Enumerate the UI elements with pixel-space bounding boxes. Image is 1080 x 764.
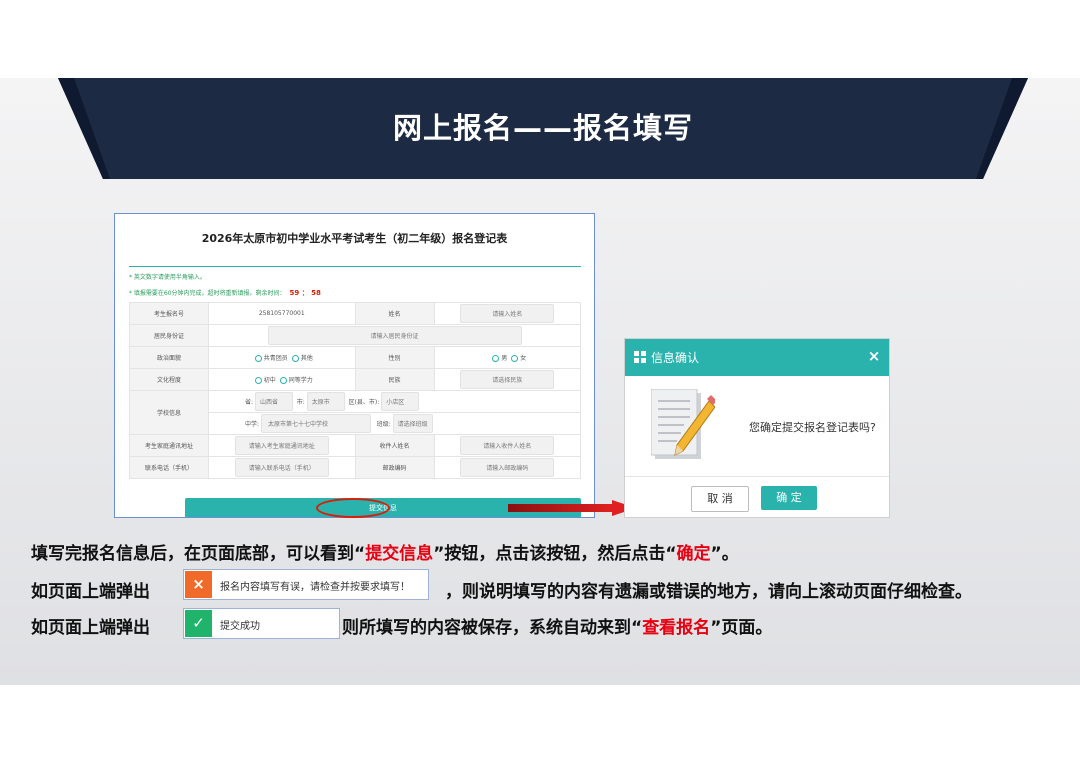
ethnic-label: 民族 (354, 368, 435, 391)
instruction-2b: ，则说明填写的内容有遗漏或错误的地方，请向上滚动页面仔细检查。 (445, 582, 972, 602)
table-row: 联系电话（手机） 请输入联系电话（手机） 邮政编码 请输入邮政编码 (129, 456, 581, 479)
error-toast-text: 报名内容填写有误，请检查并按要求填写！ (220, 582, 410, 593)
table-row: 居民身份证 请输入居民身份证 (129, 324, 581, 347)
middle-school-label: 中学: (245, 421, 260, 428)
exam-no-label: 考生报名号 (129, 302, 209, 325)
edu-option-1: 初中 (263, 377, 276, 384)
success-toast: ✓ 提交成功 (183, 608, 340, 639)
instruction-1e: ”。 (710, 544, 739, 564)
exam-no-value: 258105770001 (208, 302, 356, 325)
name-input[interactable]: 请输入姓名 (460, 304, 555, 323)
dialog-message: 您确定提交报名登记表吗? (749, 421, 876, 434)
dialog-header: 信息确认 × (625, 339, 889, 376)
recipient-label: 收件人姓名 (354, 434, 435, 457)
address-input[interactable]: 请输入考生家庭通讯地址 (234, 436, 329, 455)
instruction-line-2-tail: ，则说明填写的内容有遗漏或错误的地方，请向上滚动页面仔细检查。 (445, 577, 972, 602)
phone-label: 联系电话（手机） (129, 456, 209, 479)
gender-label: 性别 (354, 346, 435, 369)
table-row: 文化程度 初中 同等学力 民族 请选择民族 (129, 368, 581, 391)
confirm-button[interactable]: 确 定 (761, 486, 817, 510)
instruction-1-highlight-confirm: 确定 (676, 544, 711, 564)
district-select[interactable]: 小店区 (381, 392, 420, 411)
title-banner: 网上报名——报名填写 (58, 78, 1028, 179)
registration-table: 考生报名号 258105770001 姓名 请输入姓名 居民身份证 请输入居民身… (129, 302, 581, 479)
ethnic-select[interactable]: 请选择民族 (460, 370, 555, 389)
province-select[interactable]: 山西省 (254, 392, 293, 411)
table-row: 政治面貌 共青团员 其他 性别 男 女 (129, 346, 581, 369)
close-icon[interactable]: × (865, 345, 883, 367)
dialog-title: 信息确认 (651, 351, 700, 365)
countdown-timer: 59 ： 58 (289, 289, 321, 297)
page-title: 网上报名——报名填写 (392, 111, 693, 145)
middle-school-select[interactable]: 太原市第七十七中学校 (260, 414, 371, 433)
politics-option-1: 共青团员 (263, 355, 288, 362)
instruction-line-1: 填写完报名信息后，在页面底部，可以看到“提交信息”按钮，点击该按钮，然后点击“确… (31, 539, 739, 564)
table-row: 学校信息 省: 山西省 市: 太原市 区(县、市): 小店区 (129, 390, 581, 435)
province-label: 省: (245, 399, 254, 406)
school-label: 学校信息 (129, 390, 209, 435)
instruction-3-highlight-view: 查看报名 (642, 618, 711, 638)
instruction-line-3-tail: 则所填写的内容被保存，系统自动来到“查看报名”页面。 (342, 613, 772, 638)
class-label: 班级: (376, 421, 391, 428)
error-toast: × 报名内容填写有误，请检查并按要求填写！ (183, 569, 429, 600)
gender-option-male: 男 (501, 355, 508, 362)
gender-radio-male[interactable] (492, 355, 500, 362)
politics-option-2: 其他 (300, 355, 313, 362)
right-arrow-icon (508, 500, 636, 516)
instruction-1c: ”按钮，点击该按钮，然后点击“ (433, 544, 677, 564)
zip-input[interactable]: 请输入邮政编码 (460, 458, 555, 477)
grid-icon (634, 351, 646, 363)
cancel-button[interactable]: 取 消 (691, 486, 749, 512)
instruction-3b: 则所填写的内容被保存，系统自动来到“ (342, 618, 643, 638)
form-note-halfwidth: * 英文数字请使用半角输入。 (129, 274, 206, 281)
submit-highlight-oval (316, 498, 390, 518)
registration-form-screenshot: 2026年太原市初中学业水平考试考生（初二年级）报名登记表 * 英文数字请使用半… (114, 213, 595, 518)
instruction-1a: 填写完报名信息后，在页面底部，可以看到“ (31, 544, 366, 564)
dialog-divider (625, 476, 889, 477)
phone-input[interactable]: 请输入联系电话（手机） (234, 458, 329, 477)
address-label: 考生家庭通讯地址 (129, 434, 209, 457)
edu-label: 文化程度 (129, 368, 209, 391)
instruction-2a: 如页面上端弹出 (31, 582, 150, 602)
recipient-input[interactable]: 请输入收件人姓名 (460, 436, 555, 455)
table-row: 考生报名号 258105770001 姓名 请输入姓名 (129, 302, 581, 325)
check-icon: ✓ (185, 610, 212, 637)
edu-option-2: 同等学力 (288, 377, 313, 384)
instruction-line-3: 如页面上端弹出 (31, 613, 150, 638)
city-label: 市: (296, 399, 305, 406)
success-toast-text: 提交成功 (220, 621, 260, 632)
document-pencil-icon (651, 389, 715, 459)
form-title: 2026年太原市初中学业水平考试考生（初二年级）报名登记表 (201, 232, 508, 245)
politics-radio-2[interactable] (291, 355, 299, 362)
gender-radio-female[interactable] (511, 355, 519, 362)
instruction-1-highlight-submit: 提交信息 (365, 544, 434, 564)
edu-radio-1[interactable] (254, 377, 262, 384)
class-select[interactable]: 请选择班级 (392, 414, 433, 433)
gender-option-female: 女 (520, 355, 527, 362)
politics-label: 政治面貌 (129, 346, 209, 369)
confirm-dialog: 信息确认 × 您确定提交报名登记表吗? 取 消 确 定 (624, 338, 890, 518)
district-label: 区(县、市): (348, 399, 380, 406)
table-row: 考生家庭通讯地址 请输入考生家庭通讯地址 收件人姓名 请输入收件人姓名 (129, 434, 581, 457)
instruction-3d: ”页面。 (710, 618, 773, 638)
close-icon: × (185, 571, 212, 598)
zip-label: 邮政编码 (354, 456, 435, 479)
city-select[interactable]: 太原市 (306, 392, 345, 411)
instruction-3a: 如页面上端弹出 (31, 618, 150, 638)
id-label: 居民身份证 (129, 324, 209, 347)
politics-radio-1[interactable] (254, 355, 262, 362)
instruction-line-2: 如页面上端弹出 (31, 577, 150, 602)
form-note-timeout-text: * 填报需要在60分钟内完成，超时将重新填报。剩余时间： (129, 290, 286, 297)
id-input[interactable]: 请输入居民身份证 (267, 326, 522, 345)
name-label: 姓名 (354, 302, 435, 325)
form-divider (129, 266, 581, 267)
form-note-timeout: * 填报需要在60分钟内完成，超时将重新填报。剩余时间： 59 ： 58 (129, 288, 321, 298)
edu-radio-2[interactable] (279, 377, 287, 384)
